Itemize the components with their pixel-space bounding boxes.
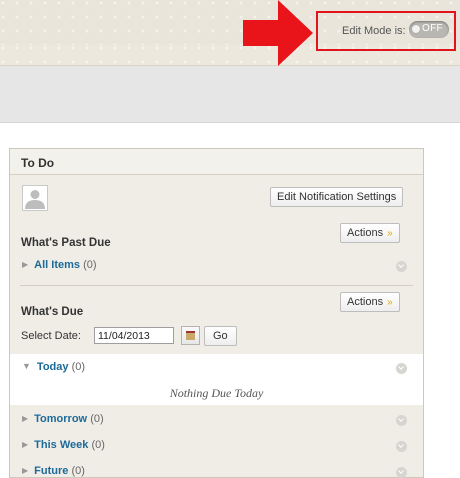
due-actions-button[interactable]: Actions» (340, 292, 400, 312)
future-link[interactable]: Future (34, 465, 68, 477)
double-chevron-down-icon: » (387, 228, 393, 239)
todo-module: To Do Edit Notification Settings What's … (9, 148, 424, 478)
section-title-whats-due: What's Due (21, 306, 84, 318)
actions-label: Actions (347, 227, 384, 239)
tomorrow-link[interactable]: Tomorrow (34, 413, 87, 425)
edit-notification-settings-button[interactable]: Edit Notification Settings (270, 187, 404, 207)
this-week-link[interactable]: This Week (34, 439, 88, 451)
list-item-tomorrow: ▶ Tomorrow (0) (22, 413, 104, 425)
double-chevron-down-icon: » (387, 297, 393, 308)
select-date-label: Select Date: (21, 330, 81, 342)
calendar-icon (186, 331, 195, 340)
grey-bar (0, 66, 460, 123)
expand-circle-icon[interactable] (396, 467, 407, 478)
triangle-right-icon[interactable]: ▶ (22, 414, 28, 423)
list-item-future: ▶ Future (0) (22, 465, 85, 477)
nothing-due-text: Nothing Due Today (169, 386, 264, 400)
section-divider (20, 285, 413, 286)
section-title-past-due: What's Past Due (21, 237, 111, 249)
edit-mode-toggle[interactable]: OFF (409, 21, 449, 38)
expand-circle-icon[interactable] (396, 441, 407, 452)
todo-module-title: To Do (21, 156, 55, 170)
item-count: (0) (91, 439, 105, 451)
expand-circle-icon[interactable] (396, 261, 407, 272)
edit-mode-state: OFF (422, 23, 443, 34)
todo-module-header: To Do (10, 149, 423, 175)
item-count: (0) (90, 413, 104, 425)
expand-circle-icon[interactable] (396, 415, 407, 426)
item-count: (0) (71, 361, 86, 373)
calendar-button[interactable] (181, 326, 200, 345)
go-button[interactable]: Go (204, 326, 237, 346)
triangle-right-icon[interactable]: ▶ (22, 260, 28, 269)
list-item-all-items: ▶ All Items (0) (22, 259, 97, 271)
triangle-right-icon[interactable]: ▶ (22, 440, 28, 449)
item-count: (0) (83, 259, 97, 271)
toggle-knob-icon (412, 25, 420, 33)
today-link[interactable]: Today (37, 361, 69, 373)
list-item-this-week: ▶ This Week (0) (22, 439, 105, 451)
user-avatar-icon (25, 190, 45, 209)
actions-label: Actions (347, 296, 384, 308)
select-date-input[interactable] (94, 327, 174, 344)
item-count: (0) (71, 465, 85, 477)
past-due-actions-button[interactable]: Actions» (340, 223, 400, 243)
expand-circle-icon[interactable] (396, 363, 407, 374)
list-item-today: ▼ Today (0) (22, 361, 85, 373)
edit-mode-label: Edit Mode is: (342, 25, 406, 37)
triangle-down-icon[interactable]: ▼ (22, 361, 31, 371)
all-items-link[interactable]: All Items (34, 259, 80, 271)
red-arrow-annotation (243, 0, 313, 66)
avatar (22, 185, 48, 211)
